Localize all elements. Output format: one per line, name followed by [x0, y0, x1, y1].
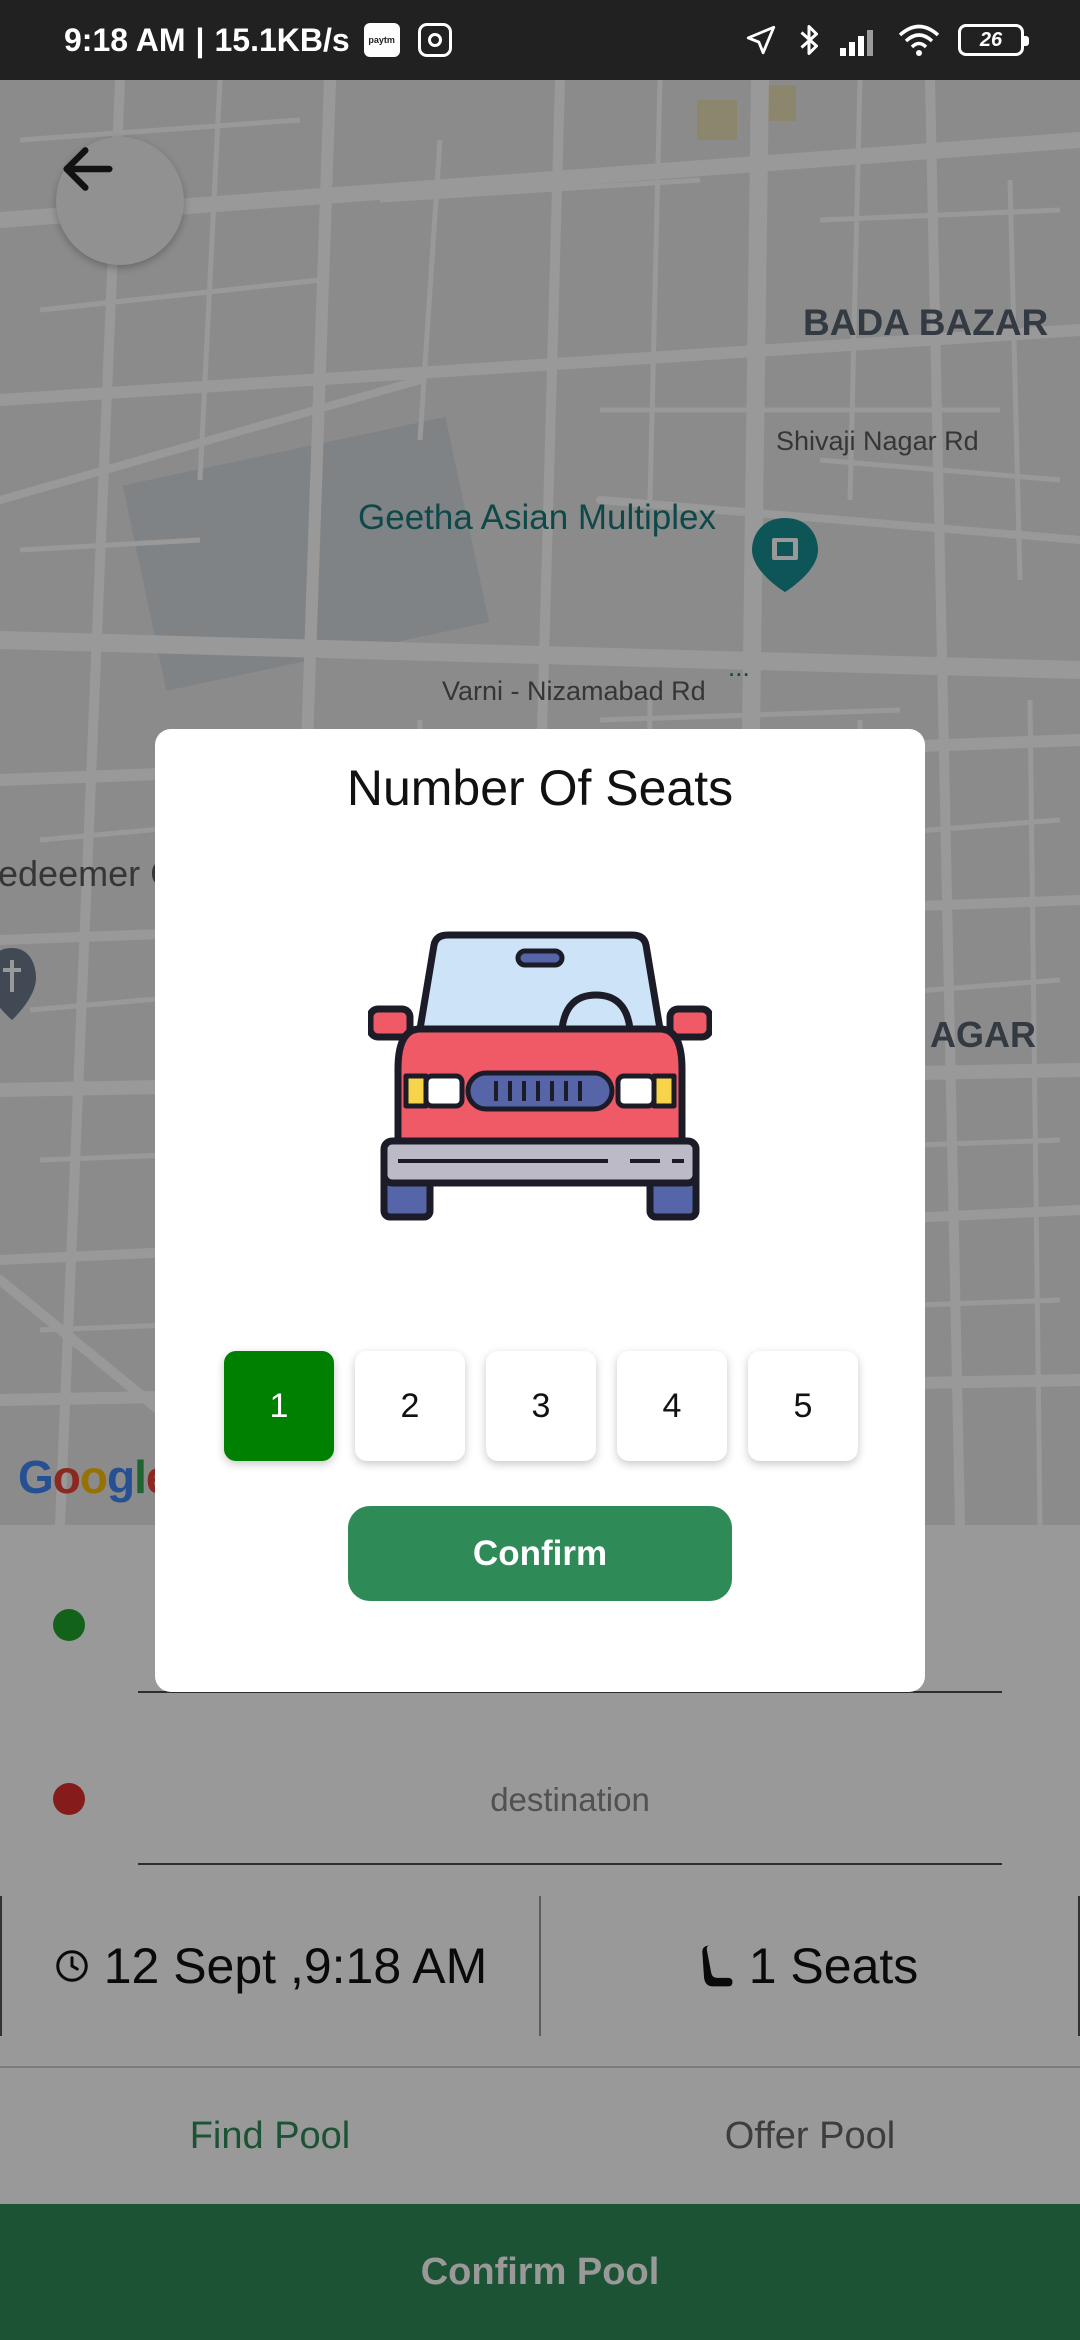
- paytm-icon: paytm: [363, 23, 400, 57]
- instagram-icon: [417, 23, 452, 57]
- signal-icon: [840, 30, 873, 56]
- seat-option-2[interactable]: 2: [355, 1351, 465, 1461]
- seat-option-1[interactable]: 1: [224, 1351, 334, 1461]
- location-arrow-icon: [746, 25, 776, 55]
- status-speed: 15.1KB/s: [214, 21, 350, 58]
- seats-dialog: Number Of Seats 1 2 3 4 5 Confirm: [155, 729, 925, 1692]
- status-separator: |: [195, 21, 205, 58]
- battery-icon: 26: [958, 24, 1029, 56]
- wifi-icon: [898, 24, 940, 56]
- bluetooth-icon: [800, 25, 818, 55]
- car-icon: [368, 931, 712, 1221]
- seat-option-5[interactable]: 5: [748, 1351, 858, 1461]
- status-bar: 9:18 AM | 15.1KB/s paytm 26: [0, 0, 1080, 80]
- seat-options: 1 2 3 4 5: [224, 1351, 858, 1461]
- status-time: 9:18 AM: [64, 21, 186, 58]
- seat-option-4[interactable]: 4: [617, 1351, 727, 1461]
- seat-option-3[interactable]: 3: [486, 1351, 596, 1461]
- dialog-title: Number Of Seats: [346, 760, 734, 816]
- status-left: 9:18 AM | 15.1KB/s paytm: [64, 22, 452, 59]
- status-right: 26: [744, 22, 1029, 58]
- confirm-button[interactable]: Confirm: [348, 1506, 732, 1601]
